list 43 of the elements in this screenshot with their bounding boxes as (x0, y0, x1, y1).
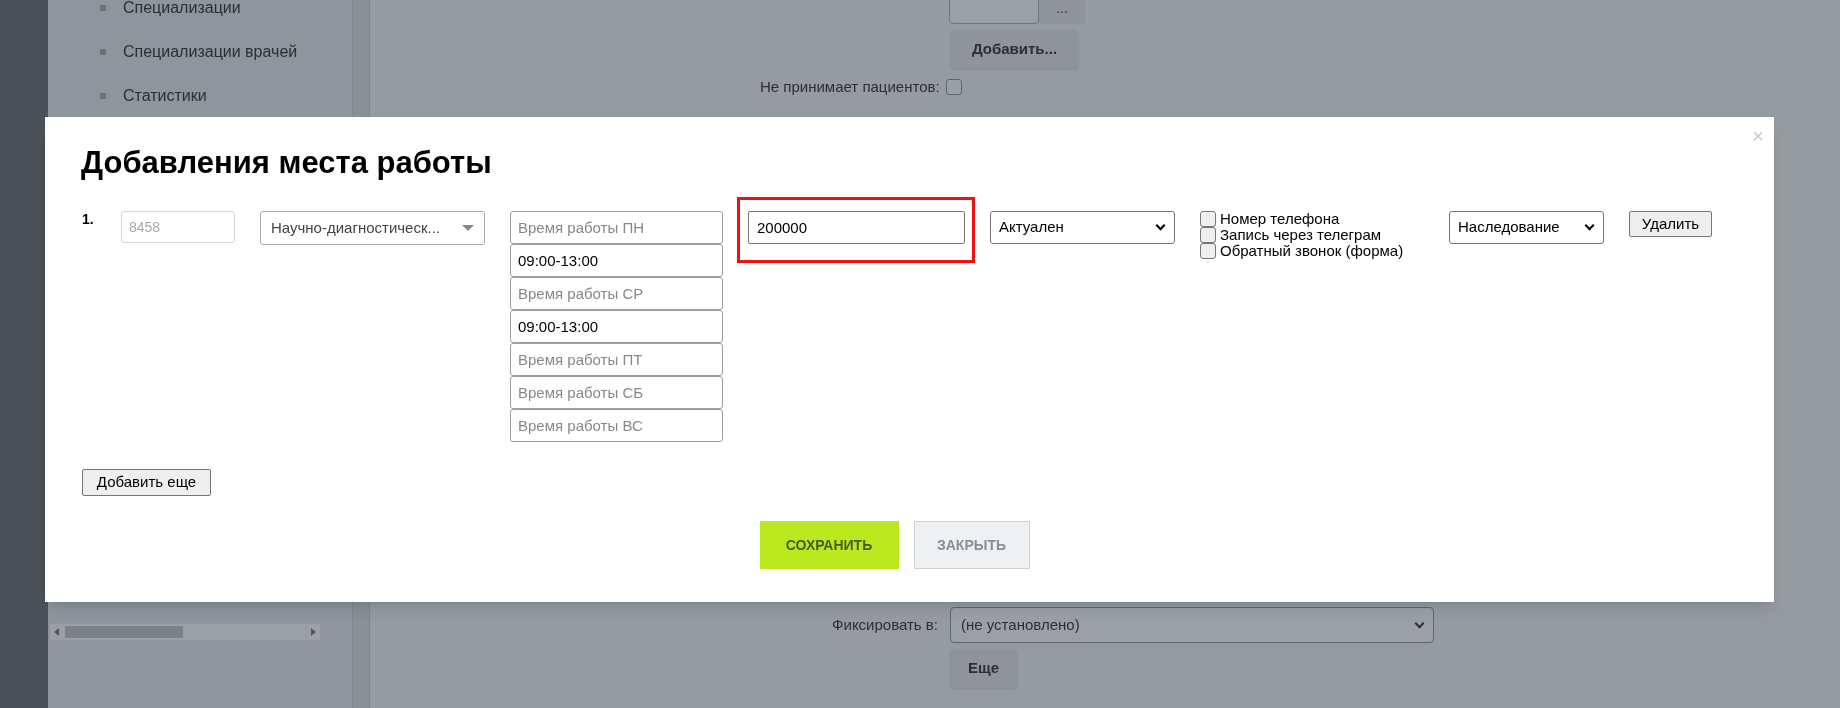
add-button[interactable]: Добавить... (951, 30, 1078, 68)
dialog-title: Добавления места работы (81, 144, 492, 182)
close-dialog-button[interactable]: ЗАКРЫТЬ (913, 521, 1030, 569)
scroll-right-icon[interactable] (311, 628, 316, 636)
sidebar-item[interactable]: Специализации врачей (123, 40, 298, 64)
checkbox[interactable] (1200, 211, 1216, 227)
scrollbar-thumb[interactable] (65, 626, 183, 638)
checkbox-label: Запись через телеграм (1220, 227, 1382, 243)
delete-button[interactable]: Удалить (1629, 211, 1712, 237)
more-button[interactable]: Еще (950, 649, 1017, 688)
field-label: Фиксировать в: (831, 614, 938, 635)
checkbox[interactable] (1200, 243, 1216, 259)
bullet-icon (100, 93, 106, 99)
save-button[interactable]: СОХРАНИТЬ (759, 521, 899, 569)
hours-field[interactable]: Время работы СР (510, 277, 723, 310)
field-label: Не принимает пациентов: (760, 77, 940, 97)
sidebar-item[interactable]: Статистики (123, 84, 207, 108)
sidebar-item[interactable]: Специализации (123, 0, 241, 20)
hours-field[interactable]: Время работы СБ (510, 376, 723, 409)
checkbox[interactable] (1200, 227, 1216, 243)
hours-field[interactable]: 09:00-13:00 (510, 244, 723, 277)
type-select[interactable]: Наследование (1449, 211, 1604, 244)
bullet-icon (100, 49, 106, 55)
add-more-button[interactable]: Добавить еще (82, 469, 211, 496)
checkbox[interactable] (945, 79, 962, 96)
hours-field[interactable]: Время работы ПН (510, 211, 723, 244)
scroll-left-icon[interactable] (54, 628, 59, 636)
input-field[interactable] (949, 0, 1039, 24)
fix-select[interactable]: (не установлено) (950, 607, 1434, 643)
hours-field[interactable]: Время работы ПТ (510, 343, 723, 376)
horizontal-scrollbar[interactable] (50, 624, 320, 640)
bullet-icon (100, 5, 106, 11)
browse-button[interactable]: ... (1039, 0, 1085, 24)
row-number: 1. (82, 210, 95, 229)
caret-icon (462, 225, 474, 231)
checkbox-label: Номер телефона (1220, 211, 1340, 227)
hours-field[interactable]: Время работы ВС (510, 409, 723, 442)
clinic-select[interactable]: Научно-диагностическ... (260, 211, 485, 245)
price-field[interactable]: 200000 (748, 211, 965, 244)
hours-field[interactable]: 09:00-13:00 (510, 310, 723, 343)
checkbox-label: Обратный звонок (форма) (1220, 243, 1404, 259)
id-field[interactable]: 8458 (121, 211, 235, 243)
status-select[interactable]: Актуален (990, 211, 1175, 244)
